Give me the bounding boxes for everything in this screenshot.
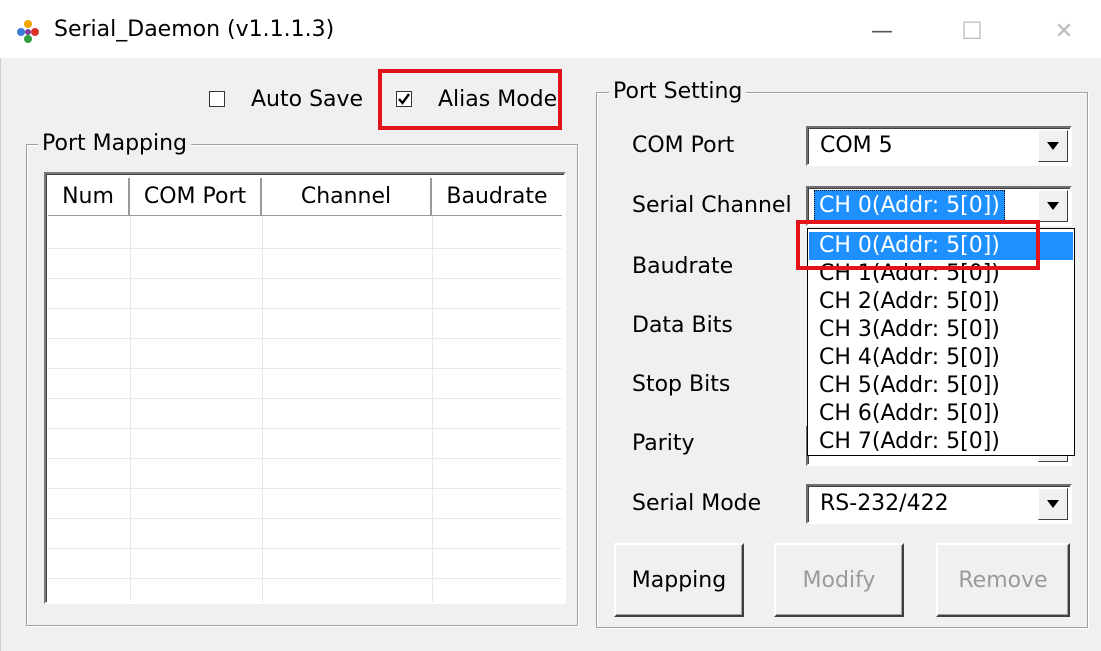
window-frame	[0, 58, 7, 651]
grid-line	[48, 398, 562, 399]
grid-line	[48, 578, 562, 579]
grid-line	[130, 216, 131, 602]
com-port-value: COM 5	[820, 133, 893, 158]
channel-option-4[interactable]: CH 4(Addr: 5[0])	[809, 344, 1073, 372]
channel-option-2[interactable]: CH 2(Addr: 5[0])	[809, 288, 1073, 316]
modify-button[interactable]: Modify	[774, 543, 904, 617]
com-port-label: COM Port	[632, 133, 735, 158]
grid-line	[48, 458, 562, 459]
serial-channel-label: Serial Channel	[632, 193, 792, 218]
close-button[interactable]: ✕	[1044, 13, 1084, 49]
port-mapping-list[interactable]: Num COM Port Channel Baudrate	[44, 172, 566, 604]
port-setting-legend: Port Setting	[609, 78, 747, 106]
minimize-button[interactable]: —	[862, 13, 902, 49]
window-title: Serial_Daemon (v1.1.1.3)	[54, 17, 335, 42]
grid-line	[48, 428, 562, 429]
app-icon	[17, 20, 39, 43]
chevron-down-icon	[1047, 202, 1059, 210]
grid-line	[48, 248, 562, 249]
serial-channel-value: CH 0(Addr: 5[0])	[814, 190, 1005, 222]
port-mapping-legend: Port Mapping	[38, 130, 192, 158]
chevron-down-icon	[1047, 500, 1059, 508]
grid-line	[48, 548, 562, 549]
channel-option-highlight	[796, 220, 1040, 270]
channel-option-5[interactable]: CH 5(Addr: 5[0])	[809, 372, 1073, 400]
remove-button[interactable]: Remove	[936, 543, 1070, 617]
serial-channel-dropdown-button[interactable]	[1038, 190, 1068, 222]
grid-line	[48, 488, 562, 489]
grid-line	[432, 216, 433, 602]
channel-option-7[interactable]: CH 7(Addr: 5[0])	[809, 428, 1073, 456]
grid-line	[48, 308, 562, 309]
serial-mode-dropdown-button[interactable]	[1038, 488, 1068, 520]
baudrate-label: Baudrate	[632, 254, 734, 279]
mapping-button[interactable]: Mapping	[614, 543, 744, 617]
grid-line	[48, 368, 562, 369]
com-port-dropdown-button[interactable]	[1038, 130, 1068, 162]
data-bits-label: Data Bits	[632, 313, 733, 338]
column-header-num[interactable]: Num	[48, 178, 130, 216]
column-header-com-port[interactable]: COM Port	[130, 178, 262, 216]
alias-mode-label[interactable]: Alias Mode	[438, 86, 557, 114]
channel-option-6[interactable]: CH 6(Addr: 5[0])	[809, 400, 1073, 428]
parity-label: Parity	[632, 431, 695, 456]
column-header-channel[interactable]: Channel	[262, 178, 432, 216]
stop-bits-label: Stop Bits	[632, 372, 731, 397]
checkmark-icon	[398, 93, 410, 105]
minimize-icon: —	[871, 18, 893, 44]
maximize-button[interactable]: ☐	[952, 13, 992, 49]
serial-mode-label: Serial Mode	[632, 491, 762, 516]
maximize-icon: ☐	[961, 17, 983, 45]
com-port-select[interactable]: COM 5	[806, 126, 1072, 166]
alias-mode-checkbox[interactable]	[396, 91, 412, 107]
list-header: Num COM Port Channel Baudrate	[48, 178, 562, 216]
serial-mode-select[interactable]: RS-232/422	[806, 484, 1072, 524]
chevron-down-icon	[1047, 142, 1059, 150]
grid-line	[262, 216, 263, 602]
grid-line	[48, 518, 562, 519]
serial-mode-value: RS-232/422	[820, 491, 949, 516]
grid-line	[48, 338, 562, 339]
column-header-baudrate[interactable]: Baudrate	[432, 178, 562, 216]
close-icon: ✕	[1054, 18, 1074, 44]
auto-save-checkbox[interactable]	[209, 91, 225, 107]
channel-option-3[interactable]: CH 3(Addr: 5[0])	[809, 316, 1073, 344]
grid-line	[48, 278, 562, 279]
auto-save-label[interactable]: Auto Save	[251, 86, 363, 114]
